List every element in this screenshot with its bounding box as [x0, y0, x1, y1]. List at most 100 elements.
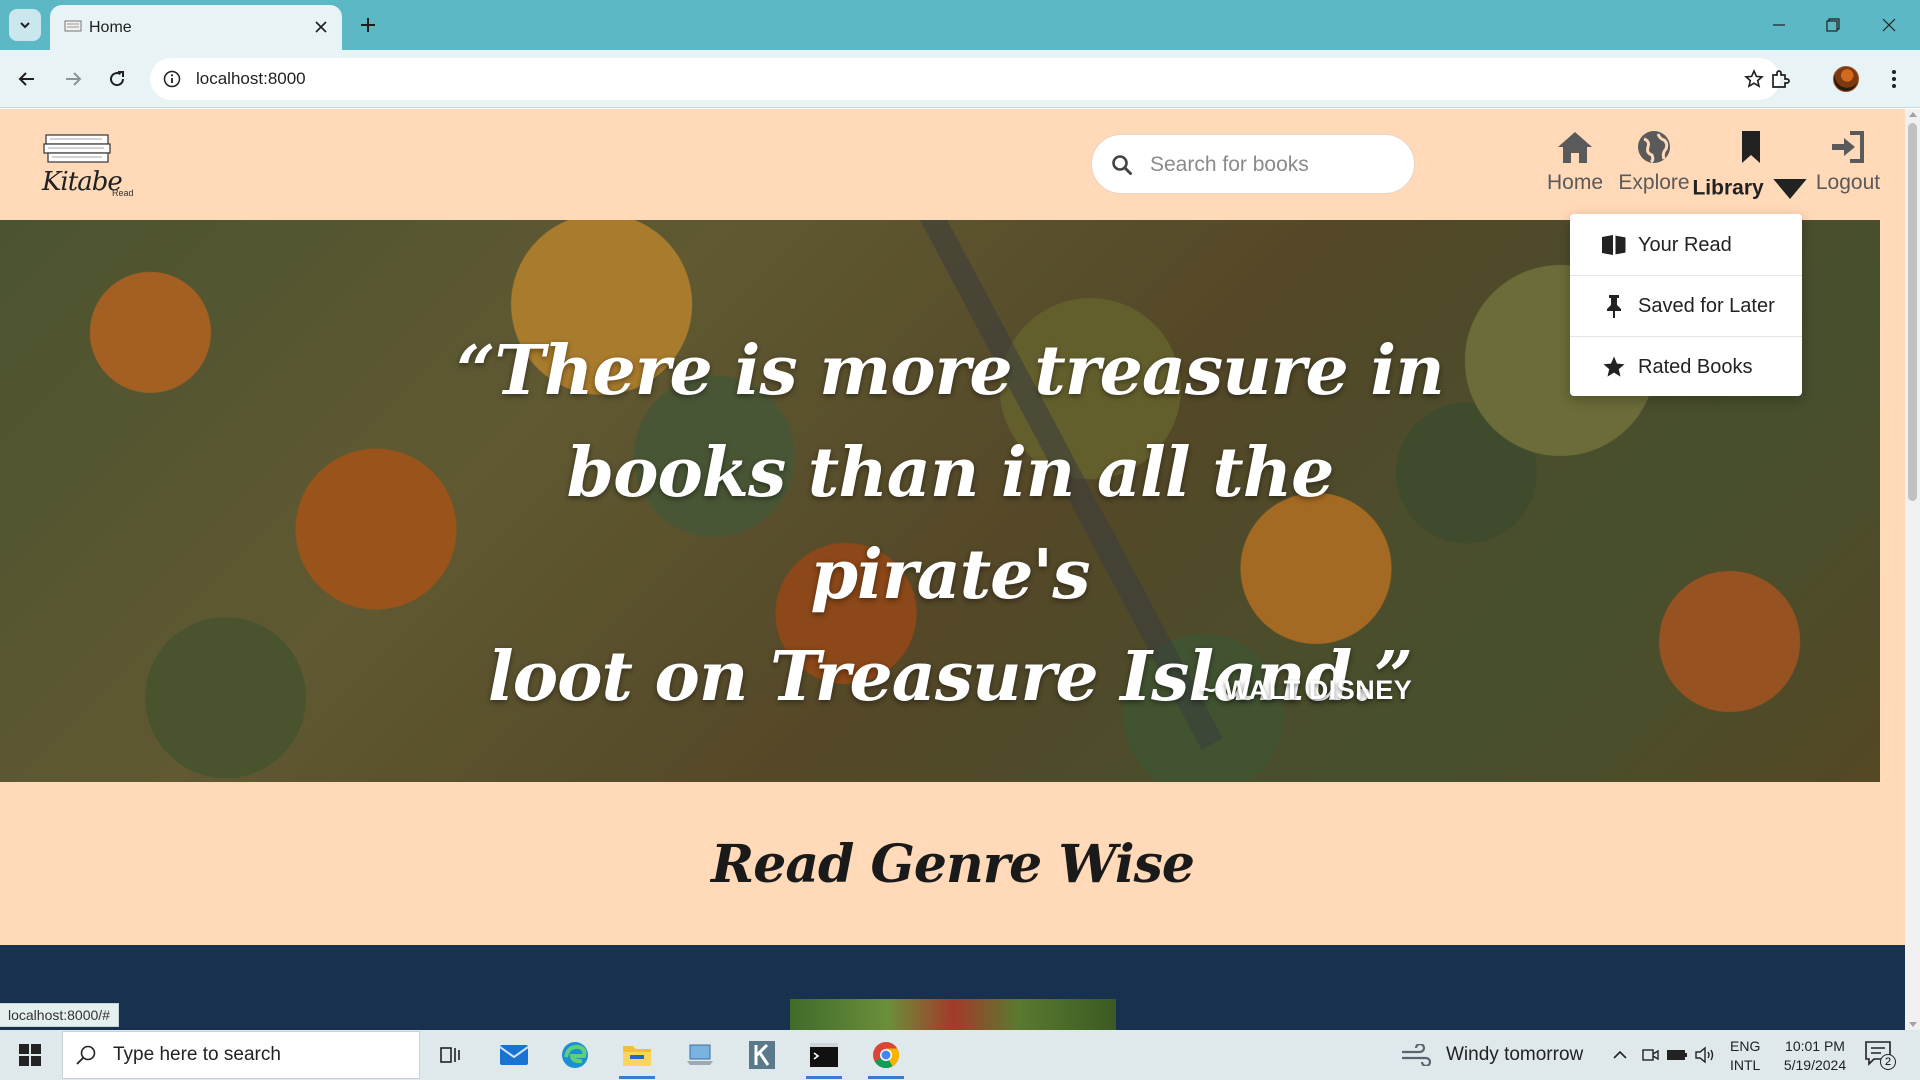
tray-chevron-up-icon[interactable]: [1609, 1044, 1631, 1066]
mail-icon: [499, 1045, 529, 1065]
menu-item-saved-for-later[interactable]: Saved for Later: [1570, 276, 1802, 336]
library-dropdown-menu: Your Read Saved for Later Rated Books: [1570, 214, 1802, 396]
url-text: localhost:8000: [196, 69, 306, 88]
site-info-icon[interactable]: [160, 67, 184, 91]
volume-icon[interactable]: [1694, 1044, 1716, 1066]
caret-down-icon: [1772, 179, 1807, 199]
edge-icon: [562, 1042, 588, 1068]
kitabe-app[interactable]: [734, 1031, 790, 1079]
forward-button[interactable]: [55, 61, 91, 97]
arrow-left-icon: [18, 72, 34, 86]
weather-text: Windy tomorrow: [1446, 1044, 1584, 1065]
nav-library[interactable]: Library: [1692, 129, 1807, 209]
extensions-button[interactable]: [1762, 61, 1798, 97]
address-bar[interactable]: localhost:8000: [150, 58, 1780, 100]
close-window-button[interactable]: [1862, 0, 1916, 50]
nav-home[interactable]: Home: [1543, 129, 1607, 209]
genre-carousel: [0, 945, 1905, 1030]
search-input[interactable]: [1150, 149, 1400, 181]
scrollbar-thumb[interactable]: [1908, 123, 1917, 501]
chrome-app[interactable]: [858, 1031, 914, 1079]
close-icon: [1882, 18, 1896, 32]
favicon-icon: [64, 20, 82, 32]
wind-icon: [1402, 1044, 1432, 1066]
quote-attribution: ~ WALT DISNEY: [1200, 675, 1413, 705]
scroll-down-icon[interactable]: [1909, 1022, 1917, 1027]
nav-library-label: Library: [1692, 171, 1809, 207]
nav-home-label: Home: [1546, 171, 1604, 194]
nav-logout-label: Logout: [1815, 171, 1881, 194]
tab-search-button[interactable]: [9, 9, 41, 41]
nav-explore-label: Explore: [1618, 171, 1690, 194]
nav-explore[interactable]: Explore: [1617, 129, 1691, 209]
chrome-icon: [873, 1042, 900, 1069]
menu-item-your-read[interactable]: Your Read: [1570, 215, 1802, 275]
menu-item-label: Your Read: [1638, 233, 1732, 256]
star-icon: [1600, 353, 1628, 381]
nav-logout[interactable]: Logout: [1808, 129, 1888, 209]
restore-button[interactable]: [1806, 0, 1860, 50]
site-header: Kitabe Read Home Explore Library Logout: [0, 109, 1905, 220]
task-view-button[interactable]: [422, 1031, 478, 1079]
terminal-app[interactable]: [796, 1031, 852, 1079]
notification-badge: 2: [1880, 1054, 1896, 1070]
remote-desktop-app[interactable]: [672, 1031, 728, 1079]
taskbar-search[interactable]: Type here to search: [62, 1031, 420, 1079]
scroll-up-icon[interactable]: [1909, 112, 1917, 117]
meet-now-icon[interactable]: [1639, 1044, 1661, 1066]
menu-item-rated-books[interactable]: Rated Books: [1570, 337, 1802, 397]
reload-icon: [110, 71, 125, 87]
menu-item-label: Saved for Later: [1638, 294, 1775, 317]
section-title: Read Genre Wise: [711, 834, 1195, 895]
tab-close-button[interactable]: [310, 16, 332, 38]
new-tab-button[interactable]: [352, 9, 384, 41]
site-logo[interactable]: Kitabe Read: [38, 131, 142, 203]
taskbar-search-text: Type here to search: [113, 1044, 281, 1065]
weather-widget[interactable]: Windy tomorrow: [1400, 1042, 1583, 1068]
puzzle-icon: [1772, 70, 1790, 88]
tab-title: Home: [89, 19, 132, 36]
bookmark-icon: [1742, 131, 1760, 163]
browser-tab-bar: Home: [0, 0, 1920, 50]
globe-icon: [1638, 131, 1670, 164]
browser-toolbar: localhost:8000: [0, 50, 1920, 108]
plus-icon: [361, 18, 375, 32]
book-reader-icon: [1600, 231, 1628, 259]
folder-icon: [623, 1046, 651, 1066]
restore-icon: [1826, 18, 1840, 32]
more-vert-icon: [1892, 70, 1896, 88]
back-button[interactable]: [9, 61, 45, 97]
genre-section: Read Genre Wise: [0, 782, 1905, 945]
notification-center-button[interactable]: 2: [1864, 1040, 1900, 1072]
system-clock[interactable]: 10:01 PM 5/19/2024: [1770, 1037, 1860, 1075]
minimize-icon: [1773, 24, 1785, 26]
menu-item-label: Rated Books: [1638, 355, 1753, 378]
browser-tab-home[interactable]: Home: [50, 5, 342, 50]
logo-subtext: Read: [112, 188, 134, 198]
laptop-icon: [687, 1044, 713, 1065]
profile-button[interactable]: [1828, 61, 1864, 97]
status-bar-url: localhost:8000/#: [0, 1003, 119, 1027]
edge-app[interactable]: [547, 1031, 603, 1079]
k-app-icon: [749, 1041, 775, 1069]
file-explorer-app[interactable]: [609, 1031, 665, 1079]
sign-in-icon: [1832, 131, 1864, 163]
start-button[interactable]: [10, 1040, 50, 1070]
logo-text: Kitabe: [42, 167, 123, 197]
search-icon: [76, 1045, 96, 1065]
browser-menu-button[interactable]: [1876, 61, 1912, 97]
genre-image[interactable]: [790, 999, 1116, 1030]
book-search-box[interactable]: [1091, 134, 1415, 194]
page-scrollbar[interactable]: [1905, 109, 1920, 1030]
arrow-right-icon: [66, 72, 82, 86]
mail-app[interactable]: [486, 1031, 542, 1079]
reload-button[interactable]: [99, 61, 135, 97]
hero-quote: “There is more treasure in books than in…: [456, 331, 1444, 717]
battery-icon[interactable]: [1666, 1044, 1688, 1066]
books-stack-icon: [43, 134, 111, 163]
home-icon: [1558, 132, 1592, 163]
thumbtack-icon: [1600, 292, 1628, 320]
close-icon: [315, 21, 327, 33]
input-language[interactable]: ENG INTL: [1730, 1037, 1760, 1075]
minimize-button[interactable]: [1752, 0, 1806, 50]
